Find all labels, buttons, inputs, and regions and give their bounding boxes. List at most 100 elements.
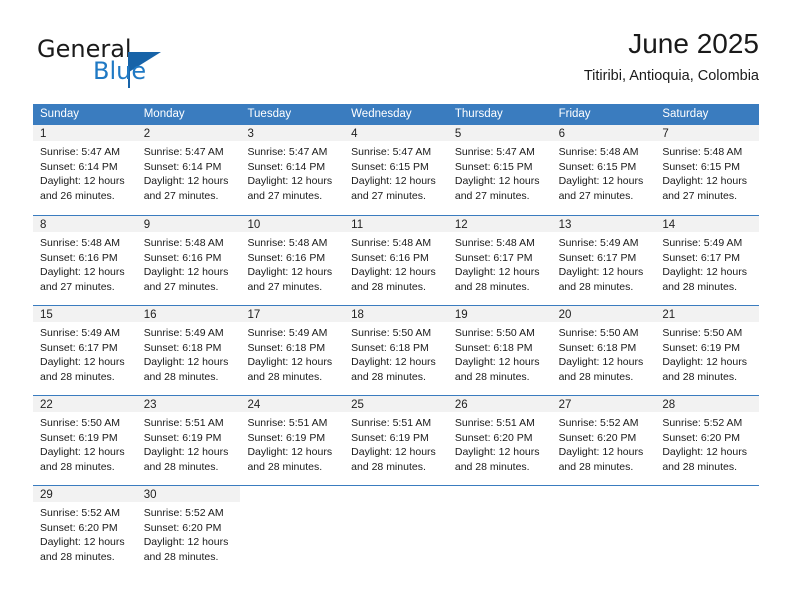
weekday-header-row: Sunday Monday Tuesday Wednesday Thursday… — [33, 104, 759, 125]
day-number: 15 — [33, 306, 137, 322]
sunset-line: Sunset: 6:15 PM — [558, 160, 637, 173]
daylight-line-1: Daylight: 12 hours — [143, 536, 229, 549]
daylight-line-1: Daylight: 12 hours — [454, 356, 540, 369]
day-cell[interactable]: 14 Sunrise: 5:49 AM Sunset: 6:17 PM Dayl… — [655, 216, 760, 305]
daylight-line-1: Daylight: 12 hours — [662, 356, 747, 369]
day-number: 1 — [33, 125, 137, 141]
sunrise-line: Sunrise: 5:50 AM — [454, 327, 535, 339]
day-cell[interactable]: 5 Sunrise: 5:47 AM Sunset: 6:15 PM Dayli… — [447, 125, 552, 215]
day-cell[interactable]: 29 Sunrise: 5:52 AM Sunset: 6:20 PM Dayl… — [33, 486, 137, 573]
sunrise-line: Sunrise: 5:49 AM — [558, 237, 639, 249]
sunset-line: Sunset: 6:16 PM — [143, 251, 222, 264]
day-cell[interactable]: 20 Sunrise: 5:50 AM Sunset: 6:18 PM Dayl… — [551, 306, 656, 395]
day-number: 16 — [136, 306, 241, 322]
day-number — [240, 486, 344, 502]
day-details: Sunrise: 5:49 AM Sunset: 6:17 PM Dayligh… — [552, 232, 656, 294]
daylight-line-2: and 27 minutes. — [143, 189, 219, 202]
daylight-line-2: and 27 minutes. — [143, 280, 219, 293]
day-cell-empty — [344, 486, 448, 573]
daylight-line-1: Daylight: 12 hours — [247, 266, 333, 279]
sunset-line: Sunset: 6:16 PM — [351, 251, 429, 264]
sunrise-line: Sunrise: 5:51 AM — [454, 417, 535, 429]
page-title: June 2025 — [628, 28, 759, 59]
daylight-line-1: Daylight: 12 hours — [558, 266, 644, 279]
week-row: 29 Sunrise: 5:52 AM Sunset: 6:20 PM Dayl… — [33, 485, 759, 573]
day-cell[interactable]: 6 Sunrise: 5:48 AM Sunset: 6:15 PM Dayli… — [551, 125, 656, 215]
daylight-line-2: and 27 minutes. — [247, 189, 323, 202]
daylight-line-2: and 28 minutes. — [662, 370, 738, 383]
daylight-line-2: and 28 minutes. — [247, 460, 323, 473]
day-cell[interactable]: 26 Sunrise: 5:51 AM Sunset: 6:20 PM Dayl… — [447, 396, 552, 485]
day-cell[interactable]: 24 Sunrise: 5:51 AM Sunset: 6:19 PM Dayl… — [240, 396, 345, 485]
weekday-header-tuesday: Tuesday — [247, 108, 292, 120]
day-details: Sunrise: 5:51 AM Sunset: 6:20 PM Dayligh… — [448, 412, 552, 474]
week-row: 22 Sunrise: 5:50 AM Sunset: 6:19 PM Dayl… — [33, 395, 760, 485]
day-number: 7 — [655, 125, 760, 141]
sunrise-line: Sunrise: 5:48 AM — [454, 237, 535, 249]
day-number — [448, 486, 552, 502]
daylight-line-1: Daylight: 12 hours — [454, 446, 540, 459]
general-blue-logo[interactable]: General Blue — [33, 35, 263, 95]
day-number: 10 — [240, 216, 345, 232]
daylight-line-1: Daylight: 12 hours — [662, 175, 747, 188]
day-cell[interactable]: 8 Sunrise: 5:48 AM Sunset: 6:16 PM Dayli… — [33, 216, 137, 305]
sunset-line: Sunset: 6:18 PM — [351, 341, 429, 354]
day-cell[interactable]: 23 Sunrise: 5:51 AM Sunset: 6:19 PM Dayl… — [136, 396, 241, 485]
day-details: Sunrise: 5:52 AM Sunset: 6:20 PM Dayligh… — [33, 502, 137, 564]
day-number: 22 — [33, 396, 137, 412]
day-number — [344, 486, 448, 502]
weekday-header-monday: Monday — [143, 108, 185, 120]
day-cell[interactable]: 25 Sunrise: 5:51 AM Sunset: 6:19 PM Dayl… — [344, 396, 448, 485]
day-cell[interactable]: 19 Sunrise: 5:50 AM Sunset: 6:18 PM Dayl… — [447, 306, 552, 395]
day-cell[interactable]: 1 Sunrise: 5:47 AM Sunset: 6:14 PM Dayli… — [33, 125, 137, 215]
day-number: 28 — [655, 396, 760, 412]
day-details: Sunrise: 5:50 AM Sunset: 6:19 PM Dayligh… — [655, 322, 759, 384]
day-cell[interactable]: 21 Sunrise: 5:50 AM Sunset: 6:19 PM Dayl… — [655, 306, 760, 395]
daylight-line-1: Daylight: 12 hours — [143, 266, 229, 279]
day-cell[interactable]: 27 Sunrise: 5:52 AM Sunset: 6:20 PM Dayl… — [551, 396, 656, 485]
weekday-header-friday: Friday — [558, 108, 591, 120]
sunset-line: Sunset: 6:16 PM — [247, 251, 326, 264]
sunrise-line: Sunrise: 5:52 AM — [558, 417, 639, 429]
day-details: Sunrise: 5:49 AM Sunset: 6:18 PM Dayligh… — [240, 322, 344, 384]
day-cell[interactable]: 10 Sunrise: 5:48 AM Sunset: 6:16 PM Dayl… — [240, 216, 345, 305]
daylight-line-1: Daylight: 12 hours — [143, 446, 229, 459]
daylight-line-1: Daylight: 12 hours — [558, 446, 644, 459]
day-number: 8 — [33, 216, 137, 232]
sunset-line: Sunset: 6:17 PM — [454, 251, 533, 264]
day-number: 26 — [447, 396, 552, 412]
day-cell[interactable]: 4 Sunrise: 5:47 AM Sunset: 6:15 PM Dayli… — [344, 125, 448, 215]
day-cell[interactable]: 28 Sunrise: 5:52 AM Sunset: 6:20 PM Dayl… — [655, 396, 760, 485]
day-cell[interactable]: 17 Sunrise: 5:49 AM Sunset: 6:18 PM Dayl… — [240, 306, 345, 395]
day-cell[interactable]: 16 Sunrise: 5:49 AM Sunset: 6:18 PM Dayl… — [136, 306, 241, 395]
weekday-header-thursday: Thursday — [454, 108, 503, 120]
day-number: 9 — [136, 216, 241, 232]
day-cell[interactable]: 18 Sunrise: 5:50 AM Sunset: 6:18 PM Dayl… — [344, 306, 448, 395]
sunset-line: Sunset: 6:20 PM — [454, 431, 533, 444]
day-cell[interactable]: 7 Sunrise: 5:48 AM Sunset: 6:15 PM Dayli… — [655, 125, 760, 215]
sunrise-line: Sunrise: 5:51 AM — [351, 417, 432, 429]
day-number: 5 — [447, 125, 552, 141]
daylight-line-1: Daylight: 12 hours — [143, 356, 229, 369]
day-details: Sunrise: 5:51 AM Sunset: 6:19 PM Dayligh… — [344, 412, 448, 474]
day-details: Sunrise: 5:52 AM Sunset: 6:20 PM Dayligh… — [655, 412, 759, 474]
day-cell[interactable]: 22 Sunrise: 5:50 AM Sunset: 6:19 PM Dayl… — [33, 396, 137, 485]
daylight-line-2: and 28 minutes. — [351, 460, 426, 473]
day-cell[interactable]: 2 Sunrise: 5:47 AM Sunset: 6:14 PM Dayli… — [136, 125, 241, 215]
day-cell[interactable]: 13 Sunrise: 5:49 AM Sunset: 6:17 PM Dayl… — [551, 216, 656, 305]
daylight-line-1: Daylight: 12 hours — [247, 446, 333, 459]
day-cell[interactable]: 9 Sunrise: 5:48 AM Sunset: 6:16 PM Dayli… — [136, 216, 241, 305]
daylight-line-1: Daylight: 12 hours — [662, 446, 747, 459]
sunrise-line: Sunrise: 5:47 AM — [143, 146, 224, 158]
daylight-line-2: and 28 minutes. — [143, 370, 219, 383]
day-cell-empty — [655, 486, 759, 573]
day-cell[interactable]: 3 Sunrise: 5:47 AM Sunset: 6:14 PM Dayli… — [240, 125, 345, 215]
day-cell[interactable]: 30 Sunrise: 5:52 AM Sunset: 6:20 PM Dayl… — [136, 486, 241, 573]
sunset-line: Sunset: 6:15 PM — [351, 160, 429, 173]
day-cell[interactable]: 12 Sunrise: 5:48 AM Sunset: 6:17 PM Dayl… — [447, 216, 552, 305]
daylight-line-2: and 27 minutes. — [351, 189, 426, 202]
daylight-line-2: and 28 minutes. — [351, 280, 426, 293]
day-cell[interactable]: 15 Sunrise: 5:49 AM Sunset: 6:17 PM Dayl… — [33, 306, 137, 395]
day-cell[interactable]: 11 Sunrise: 5:48 AM Sunset: 6:16 PM Dayl… — [344, 216, 448, 305]
day-details: Sunrise: 5:49 AM Sunset: 6:17 PM Dayligh… — [33, 322, 137, 384]
